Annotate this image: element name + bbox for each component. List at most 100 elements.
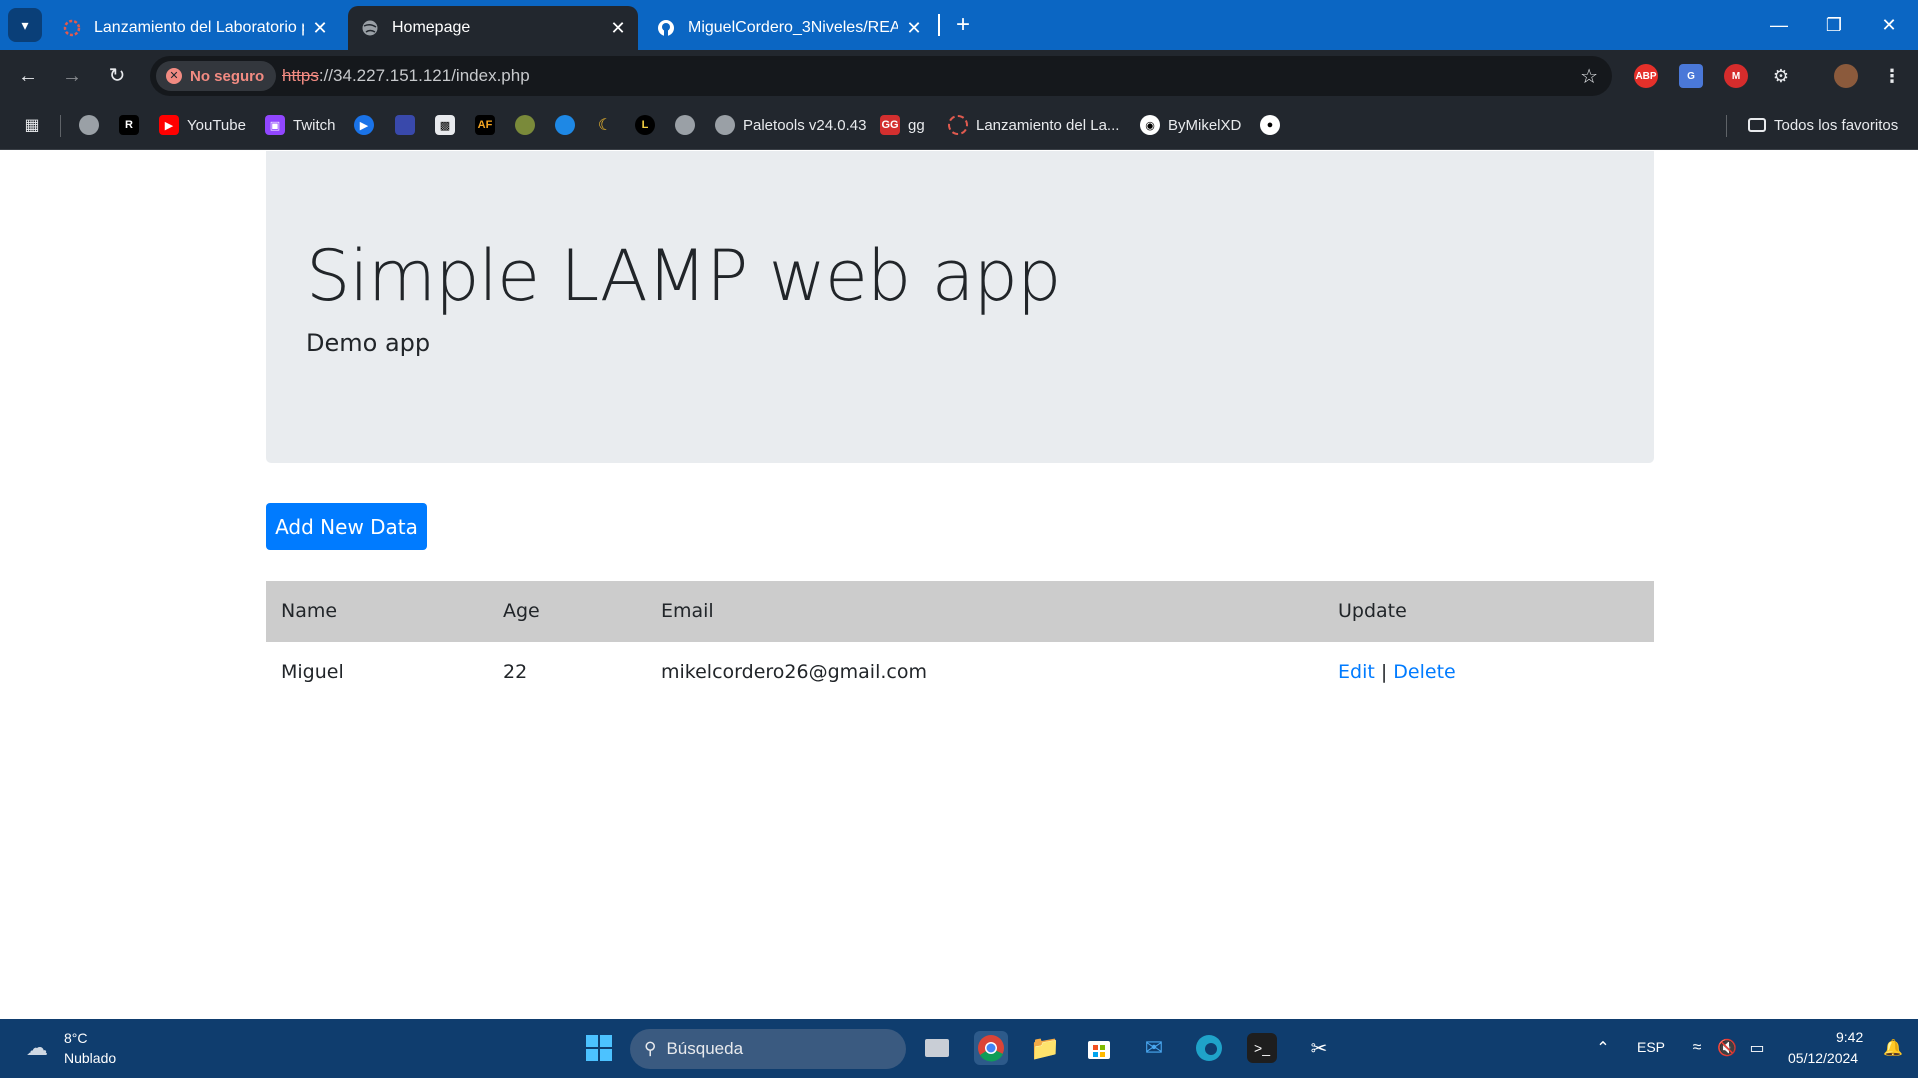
taskbar-search[interactable]: ⚲ Búsqueda bbox=[630, 1029, 906, 1069]
bookmark-blue[interactable] bbox=[395, 113, 415, 137]
minimize-button[interactable]: — bbox=[1756, 8, 1802, 42]
back-button[interactable]: ← bbox=[12, 60, 44, 92]
cell-age: 22 bbox=[503, 661, 528, 683]
mail-icon[interactable]: ✉ bbox=[1137, 1031, 1171, 1065]
emblem-icon bbox=[515, 115, 535, 135]
bookmark-globe-2[interactable] bbox=[675, 113, 695, 137]
wifi-icon[interactable]: ≈ bbox=[1680, 1031, 1714, 1065]
bookmark-paletools[interactable]: Paletools v24.0.43 bbox=[715, 113, 866, 137]
bookmark-qr[interactable]: ▩ bbox=[435, 113, 455, 137]
notification-bell-icon[interactable]: 🔔 bbox=[1876, 1031, 1910, 1065]
forward-button[interactable]: → bbox=[56, 60, 88, 92]
globe-icon bbox=[360, 18, 380, 38]
bookmark-play[interactable]: ▶ bbox=[354, 113, 374, 137]
qr-icon: ▩ bbox=[435, 115, 455, 135]
bookmark-r[interactable]: R bbox=[119, 113, 139, 137]
chevron-down-icon: ▾ bbox=[21, 16, 29, 33]
bookmark-twitch[interactable]: ▣ Twitch bbox=[265, 113, 336, 137]
windows-start-icon[interactable] bbox=[582, 1031, 616, 1065]
l-logo-icon: L bbox=[635, 115, 655, 135]
logo-icon: ● bbox=[1260, 115, 1280, 135]
bookmark-last[interactable]: ● bbox=[1260, 113, 1280, 137]
blue-logo-icon bbox=[395, 115, 415, 135]
bookmark-wave[interactable] bbox=[555, 113, 575, 137]
close-icon[interactable]: ✕ bbox=[310, 18, 330, 38]
clock-time[interactable]: 9:42 bbox=[1836, 1029, 1863, 1045]
github-icon bbox=[656, 18, 676, 38]
google-translate-icon[interactable]: G bbox=[1679, 64, 1703, 88]
delete-link[interactable]: Delete bbox=[1393, 661, 1455, 683]
r-logo-icon: R bbox=[119, 115, 139, 135]
microsoft-store-icon[interactable] bbox=[1082, 1031, 1116, 1065]
edit-link[interactable]: Edit bbox=[1338, 661, 1375, 683]
bookmark-af[interactable]: AF bbox=[475, 113, 495, 137]
task-view-icon[interactable] bbox=[920, 1031, 954, 1065]
table-header: Name Age Email Update bbox=[266, 581, 1654, 642]
chevron-up-icon[interactable]: ⌃ bbox=[1586, 1031, 1620, 1065]
bookmark-moon[interactable]: ☾ bbox=[595, 113, 615, 137]
data-table: Name Age Email Update Miguel 22 mikelcor… bbox=[266, 581, 1654, 703]
close-icon[interactable]: ✕ bbox=[608, 18, 628, 38]
bookmark-separator bbox=[60, 115, 61, 137]
window-close-button[interactable]: ✕ bbox=[1866, 8, 1912, 42]
bookmark-olive[interactable] bbox=[515, 113, 535, 137]
url-text[interactable]: https://34.227.151.121/index.php bbox=[282, 66, 530, 86]
cloud-weather-icon[interactable]: ☁ bbox=[20, 1031, 54, 1065]
edge-icon[interactable] bbox=[1192, 1031, 1226, 1065]
weather-temp: 8°C bbox=[64, 1030, 88, 1046]
battery-icon[interactable]: ▭ bbox=[1740, 1031, 1774, 1065]
adblock-plus-icon[interactable]: ABP bbox=[1634, 64, 1658, 88]
menu-kebab-icon[interactable]: ⋮ bbox=[1880, 64, 1904, 88]
restore-button[interactable]: ❐ bbox=[1811, 8, 1857, 42]
extensions-puzzle-icon[interactable]: ⚙ bbox=[1769, 64, 1793, 88]
tab-lanzamiento[interactable]: Lanzamiento del Laboratorio pa ✕ bbox=[50, 6, 340, 50]
column-header-email: Email bbox=[661, 600, 714, 622]
chrome-icon[interactable] bbox=[974, 1031, 1008, 1065]
all-favorites-folder[interactable]: Todos los favoritos bbox=[1748, 113, 1898, 137]
tab-title: MiguelCordero_3Niveles/READI bbox=[688, 19, 898, 36]
bookmark-lanzamiento[interactable]: Lanzamiento del La... bbox=[948, 113, 1119, 137]
link-separator: | bbox=[1380, 661, 1388, 683]
language-indicator[interactable]: ESP bbox=[1637, 1039, 1665, 1055]
not-secure-icon: ✕ bbox=[166, 68, 182, 84]
tab-search-button[interactable]: ▾ bbox=[8, 8, 42, 42]
youtube-icon: ▶ bbox=[159, 115, 179, 135]
close-icon[interactable]: ✕ bbox=[904, 18, 924, 38]
bookmarks-bar: ▦ R ▶ YouTube ▣ Twitch ▶ ▩ AF ☾ L Paletool… bbox=[0, 100, 1918, 150]
tab-strip: ▾ Lanzamiento del Laboratorio pa ✕ Homep… bbox=[0, 0, 1918, 50]
clock-date[interactable]: 05/12/2024 bbox=[1788, 1050, 1858, 1066]
reload-button[interactable]: ↻ bbox=[101, 60, 133, 92]
tab-github-readme[interactable]: MiguelCordero_3Niveles/READI ✕ bbox=[644, 6, 934, 50]
wave-icon bbox=[555, 115, 575, 135]
column-header-update: Update bbox=[1338, 600, 1407, 622]
profile-avatar[interactable] bbox=[1834, 64, 1858, 88]
bookmark-bymikel[interactable]: ◉ ByMikelXD bbox=[1140, 113, 1241, 137]
security-chip[interactable]: ✕ No seguro bbox=[156, 61, 277, 91]
new-tab-button[interactable]: + bbox=[948, 10, 978, 40]
volume-muted-icon[interactable]: 🔇 bbox=[1710, 1031, 1744, 1065]
tab-separator bbox=[938, 14, 940, 36]
table-row: Miguel 22 mikelcordero26@gmail.com Edit … bbox=[266, 642, 1654, 703]
add-new-data-button[interactable]: Add New Data bbox=[266, 503, 427, 550]
column-header-name: Name bbox=[281, 600, 338, 622]
jumbotron: Simple LAMP web app Demo app bbox=[266, 151, 1654, 463]
page-subtitle: Demo app bbox=[306, 329, 431, 357]
security-label: No seguro bbox=[190, 67, 265, 85]
bookmark-globe-1[interactable] bbox=[79, 113, 99, 137]
apps-grid-icon[interactable]: ▦ bbox=[22, 113, 42, 137]
snipping-tool-icon[interactable]: ✂ bbox=[1302, 1031, 1336, 1065]
browser-toolbar: ← → ↻ ✕ No seguro https://34.227.151.121… bbox=[0, 50, 1918, 100]
bookmark-star-icon[interactable]: ☆ bbox=[1580, 64, 1598, 89]
laboratory-icon bbox=[948, 115, 968, 135]
laboratory-icon bbox=[62, 18, 82, 38]
bookmark-gg[interactable]: GG gg bbox=[880, 113, 925, 137]
search-placeholder: Búsqueda bbox=[666, 1039, 744, 1058]
bookmark-youtube[interactable]: ▶ YouTube bbox=[159, 113, 246, 137]
terminal-icon[interactable]: >_ bbox=[1247, 1033, 1277, 1063]
globe-icon bbox=[715, 115, 735, 135]
tab-homepage[interactable]: Homepage ✕ bbox=[348, 6, 638, 50]
address-bar[interactable]: ✕ No seguro https://34.227.151.121/index… bbox=[150, 56, 1612, 96]
file-explorer-icon[interactable]: 📁 bbox=[1028, 1031, 1062, 1065]
bookmark-l[interactable]: L bbox=[635, 113, 655, 137]
mega-icon[interactable]: M bbox=[1724, 64, 1748, 88]
